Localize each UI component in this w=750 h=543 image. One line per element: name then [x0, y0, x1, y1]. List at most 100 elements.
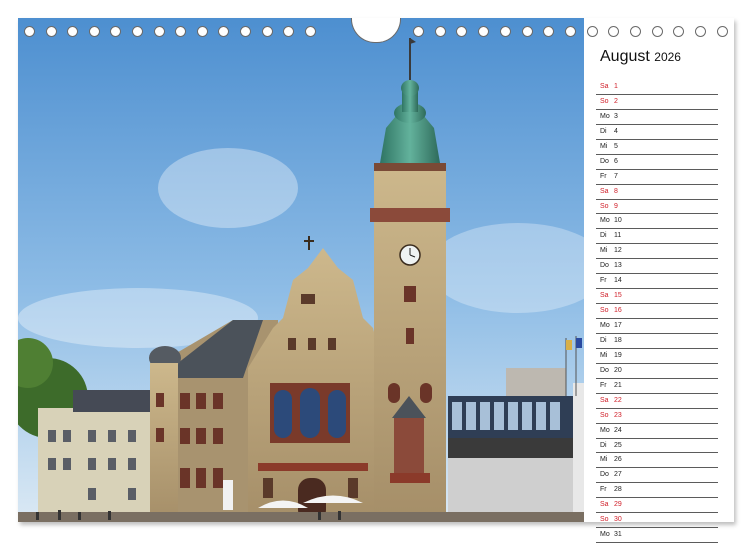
day-number: 8	[614, 187, 618, 195]
binding-hole	[499, 26, 511, 37]
day-number: 10	[614, 217, 622, 225]
day-number: 22	[614, 396, 622, 404]
weekday-label: Mo	[600, 112, 610, 120]
binding-hole	[543, 26, 555, 37]
day-number: 25	[614, 441, 622, 449]
day-number: 26	[614, 456, 622, 464]
day-number: 3	[614, 112, 618, 120]
day-number: 5	[614, 142, 618, 150]
binding-hole	[218, 26, 230, 37]
day-row: Sa 1	[596, 80, 718, 95]
binding-hole	[434, 26, 446, 37]
weekday-label: So	[600, 307, 609, 315]
day-row: Sa 15	[596, 289, 718, 305]
weekday-label: Sa	[600, 292, 609, 300]
weekday-label: Mi	[600, 247, 608, 255]
weekday-label: Fr	[600, 381, 607, 389]
day-number: 7	[614, 172, 618, 180]
weekday-label: Sa	[600, 83, 609, 90]
day-number: 11	[614, 232, 622, 240]
weekday-label: Fr	[600, 277, 607, 285]
day-row: Mi 12	[596, 244, 718, 260]
weekday-label: Mi	[600, 351, 608, 359]
day-row: Sa 29	[596, 498, 718, 514]
day-row: Mi 19	[596, 349, 718, 364]
weekday-label: Di	[600, 127, 607, 135]
weekday-label: Mo	[600, 531, 610, 539]
day-row: So 16	[596, 304, 718, 319]
binding-hole	[478, 26, 490, 37]
weekday-label: Sa	[600, 501, 609, 509]
day-row: Di 18	[596, 334, 718, 349]
day-number: 4	[614, 127, 618, 135]
binding-hole	[175, 26, 187, 37]
binding-hole	[304, 26, 316, 37]
day-number: 27	[614, 471, 622, 479]
binding-hole	[630, 26, 641, 37]
binding-hole	[608, 26, 620, 37]
weekday-label: So	[600, 411, 609, 419]
weekday-label: Di	[600, 441, 607, 449]
day-number: 15	[614, 292, 622, 300]
day-number: 24	[614, 426, 622, 434]
day-row: Mo 31	[596, 528, 718, 543]
weekday-label: Mi	[600, 142, 608, 150]
weekday-label: Mo	[600, 217, 610, 225]
day-number: 31	[614, 531, 622, 539]
binding-hole	[673, 26, 685, 37]
weekday-label: Do	[600, 157, 609, 165]
day-row: Do 20	[596, 364, 718, 379]
day-row: Mi 26	[596, 453, 718, 469]
binding-hole	[564, 26, 576, 37]
binding-hole	[695, 26, 707, 37]
day-number: 1	[614, 83, 618, 90]
month-calendar: August 2026 Sa 1 So 2 Mo 3 Di 4 Mi 5 Do 6 Fr 7 Sa 8 So 9 M…	[596, 48, 718, 543]
weekday-label: So	[600, 516, 609, 524]
day-row: Mo 24	[596, 424, 718, 439]
day-row: Do 6	[596, 155, 718, 170]
day-list: Sa 1 So 2 Mo 3 Di 4 Mi 5 Do 6 Fr 7 Sa 8 So 9 Mo 10 Di 11 Mi 12 D…	[596, 80, 718, 543]
binding-hole	[716, 26, 728, 37]
month-title: August 2026	[600, 48, 718, 68]
month-name: August	[600, 48, 650, 65]
day-row: Sa 22	[596, 394, 718, 409]
binding-hole	[586, 26, 598, 37]
day-number: 14	[614, 277, 622, 285]
day-number: 6	[614, 157, 618, 165]
binding-hole	[110, 26, 122, 37]
day-number: 2	[614, 97, 618, 105]
binding-hole	[651, 26, 663, 37]
day-row: Fr 14	[596, 274, 718, 290]
day-number: 20	[614, 366, 622, 374]
weekday-label: Di	[600, 232, 607, 240]
day-number: 13	[614, 262, 622, 270]
binding-hole	[45, 26, 57, 37]
weekday-label: Sa	[600, 187, 609, 195]
day-row: So 9	[596, 200, 718, 215]
binding-hole	[240, 26, 251, 37]
weekday-label: So	[600, 202, 609, 210]
day-row: Mi 5	[596, 140, 718, 155]
day-number: 30	[614, 516, 622, 524]
binding-hole	[67, 26, 79, 37]
weekday-label: Mo	[600, 322, 610, 329]
year-label: 2026	[654, 50, 681, 64]
town-hall-photo	[18, 18, 584, 522]
day-number: 18	[614, 336, 622, 344]
weekday-label: Do	[600, 366, 609, 374]
day-number: 16	[614, 307, 622, 315]
day-row: Di 4	[596, 125, 718, 140]
binding-hole	[456, 26, 468, 37]
day-row: So 2	[596, 95, 718, 110]
binding-hole	[413, 26, 424, 37]
day-number: 19	[614, 351, 622, 359]
binding-hole	[153, 26, 165, 37]
day-number: 9	[614, 202, 618, 210]
day-row: Fr 28	[596, 483, 718, 499]
day-number: 17	[614, 322, 622, 329]
binding-hole	[132, 26, 143, 37]
weekday-label: Di	[600, 336, 607, 344]
day-row: Fr 7	[596, 170, 718, 185]
weekday-label: Fr	[600, 172, 607, 180]
binding-hole	[196, 26, 208, 37]
